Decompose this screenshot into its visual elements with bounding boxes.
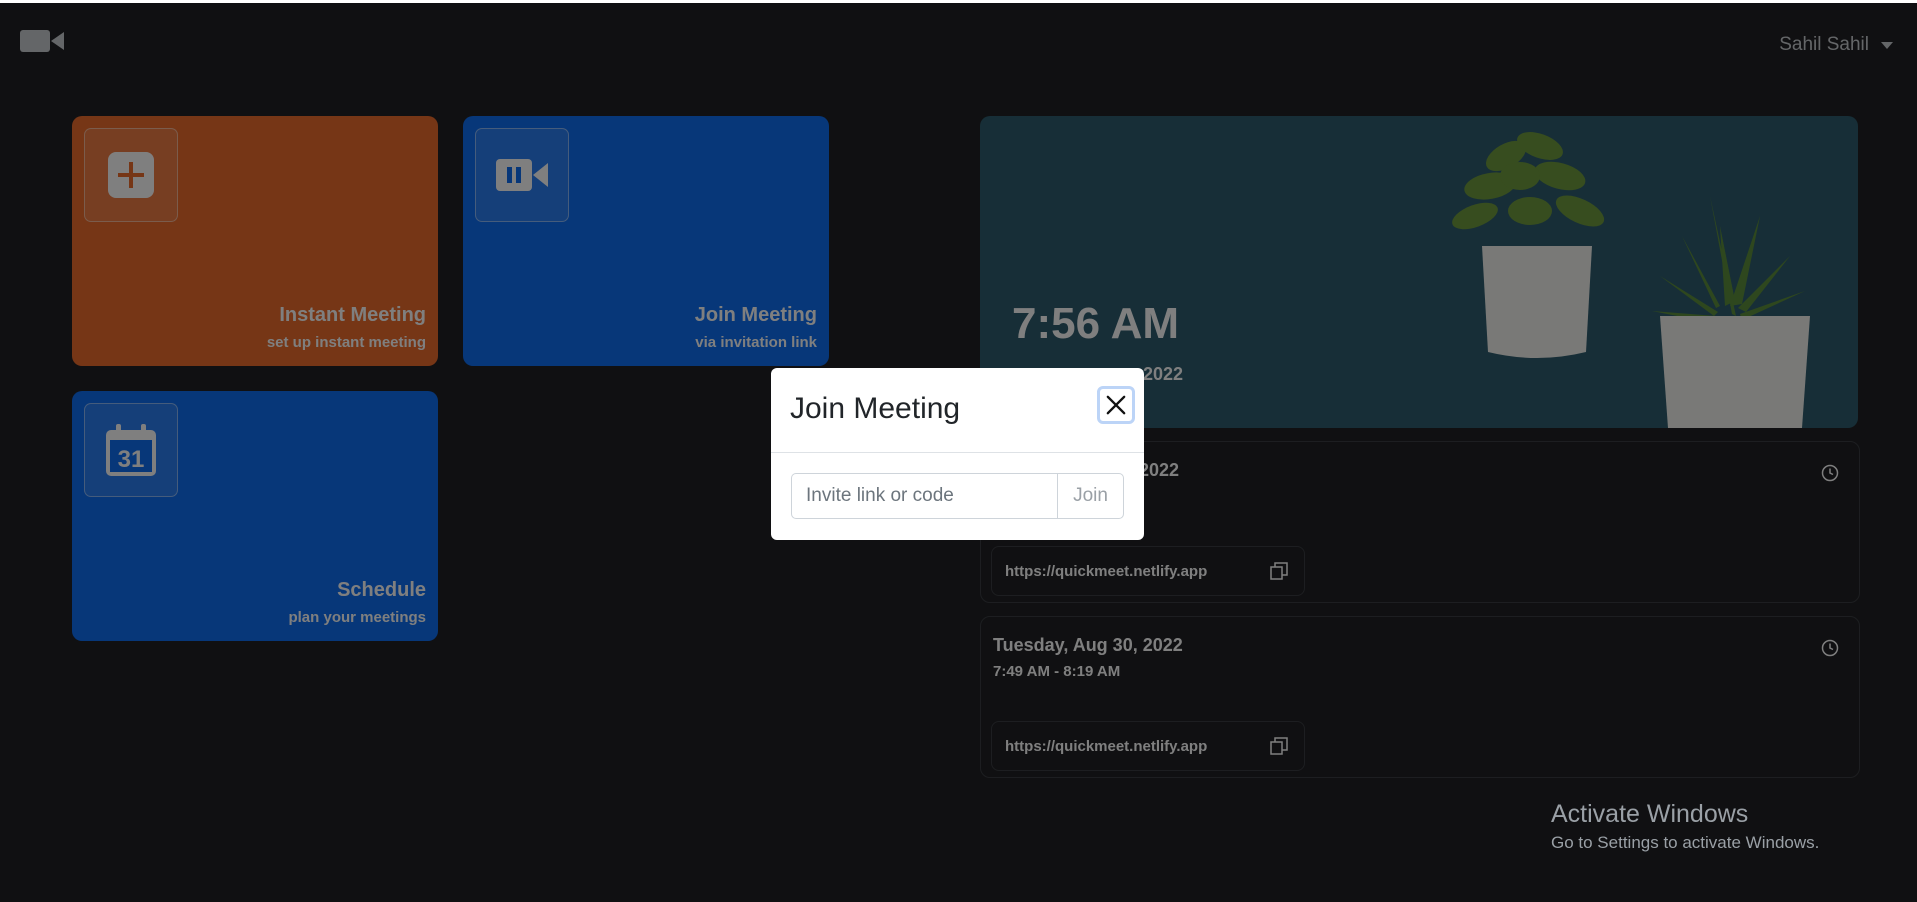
invite-link-input[interactable] <box>791 473 1057 519</box>
watermark-subtitle: Go to Settings to activate Windows. <box>1551 833 1820 852</box>
join-button[interactable]: Join <box>1057 473 1124 519</box>
modal-title: Join Meeting <box>790 392 961 425</box>
close-button[interactable] <box>1097 386 1135 424</box>
close-icon <box>1106 395 1126 415</box>
watermark-title: Activate Windows <box>1551 800 1749 828</box>
modal-header: Join Meeting <box>771 368 1144 453</box>
join-meeting-modal: Join Meeting Join <box>771 368 1144 540</box>
activate-windows-watermark: Activate Windows Go to Settings to activ… <box>1551 800 1819 853</box>
